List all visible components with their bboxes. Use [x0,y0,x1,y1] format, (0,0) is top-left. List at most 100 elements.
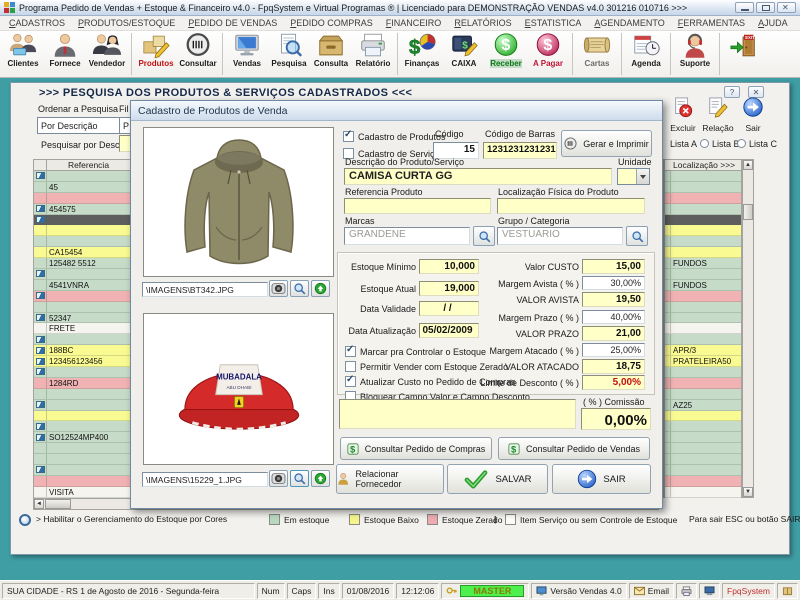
webcam-button[interactable] [269,470,288,487]
table-row[interactable] [34,400,130,411]
status-network[interactable] [699,583,720,599]
minimize-button[interactable] [735,2,754,13]
table-row[interactable] [34,411,130,422]
relacionar-fornecedor-button[interactable]: Relacionar Fornecedor [336,464,444,494]
gerar-imprimir-button[interactable]: Gerar e Imprimir [561,130,652,157]
table-row[interactable] [665,487,741,498]
table-row[interactable]: 4541VNRA [34,280,130,291]
table-row[interactable] [665,465,741,476]
table-row[interactable]: 125482 5512 [34,258,130,269]
table-row[interactable] [665,291,741,302]
grupo-input[interactable]: VESTUARIO [497,227,623,245]
image2-path-input[interactable]: \IMAGENS\15229_1.JPG [142,472,268,487]
table-row[interactable]: PRATELEIRA50 [665,356,741,367]
table-row[interactable]: FRETE [34,323,130,334]
table-row[interactable]: AZ25 [665,400,741,411]
sair-window-button[interactable]: Sair [737,97,769,132]
lista-a-radio[interactable]: Lista A [670,139,697,149]
toolbar-vendedor-button[interactable]: Vendedor [86,32,128,76]
table-row[interactable]: VISITA [34,487,130,498]
margem-avista-input[interactable]: 30,00% [582,276,645,290]
table-row[interactable]: 1284RD [34,378,130,389]
margem-prazo-input[interactable]: 40,00% [582,310,645,324]
valor-atacado-input[interactable]: 18,75 [582,359,645,374]
header-referencia[interactable]: Referencia [47,160,130,170]
table-row[interactable] [34,302,130,313]
table-row[interactable] [34,193,130,204]
table-row[interactable] [665,215,741,226]
unidade-dropdown[interactable] [617,168,650,185]
lista-b-radio[interactable]: Lista B [700,139,740,149]
checkbox-icon[interactable] [345,346,356,357]
table-row[interactable] [34,465,130,476]
toolbar-pesquisa-button[interactable]: Pesquisa [268,32,310,76]
table-row[interactable] [665,171,741,182]
table-row[interactable] [34,215,130,226]
scrollbar-thumb[interactable] [45,499,71,509]
table-header-left[interactable]: Referencia [33,159,131,171]
dialog-title-bar[interactable]: Cadastro de Produtos de Venda [131,101,662,121]
table-row[interactable]: 45 [34,182,130,193]
toolbar-clientes-button[interactable]: Clientes [2,32,44,76]
table-row[interactable] [665,323,741,334]
table-row[interactable]: FUNDOS [665,258,741,269]
toolbar-financas-button[interactable]: $ Finanças [401,32,443,76]
webcam-button[interactable] [269,280,288,297]
maximize-button[interactable] [756,2,775,13]
comissao-input[interactable]: 0,00% [581,408,651,430]
table-row[interactable]: APR/3 [665,345,741,356]
table-row[interactable] [665,247,741,258]
table-row[interactable]: 454575 [34,204,130,215]
checkbox-icon[interactable] [343,131,354,142]
table-row[interactable] [34,443,130,454]
table-row[interactable] [665,389,741,400]
descricao-input[interactable]: CAMISA CURTA GG [344,168,612,185]
table-row[interactable] [34,171,130,182]
codigo-barras-input[interactable]: 1231231231231 [483,142,557,159]
table-row[interactable] [34,389,130,400]
menu-produtos-estoque[interactable]: PRODUTOS/ESTOQUE [78,18,175,28]
image1-path-input[interactable]: \IMAGENS\BT342.JPG [142,282,268,297]
marcas-input[interactable]: GRANDENE [344,227,470,245]
table-row[interactable] [665,411,741,422]
limite-desconto-input[interactable]: 5,00% [582,375,645,390]
table-row[interactable] [665,182,741,193]
table-row[interactable] [665,193,741,204]
scroll-left-icon[interactable]: ◄ [34,499,44,509]
table-row[interactable] [34,454,130,465]
menu-agendamento[interactable]: AGENDAMENTO [594,18,664,28]
status-printer[interactable] [676,583,697,599]
table-row[interactable]: 52347 [34,313,130,324]
excluir-button[interactable]: Excluir [667,97,699,132]
menu-cadastros[interactable]: CADASTROS [9,18,65,28]
toolbar-fornecedor-button[interactable]: Fornece [44,32,86,76]
scroll-up-icon[interactable]: ▲ [743,160,753,170]
table-row[interactable]: SO12524MP400 [34,432,130,443]
observacoes-textarea[interactable] [339,399,576,429]
table-row[interactable] [665,334,741,345]
load-image-button[interactable] [311,470,330,487]
salvar-button[interactable]: SALVAR [447,464,548,494]
table-row[interactable] [34,421,130,432]
menu-estatistica[interactable]: ESTATISTICA [525,18,582,28]
table-row[interactable] [665,378,741,389]
table-row[interactable]: 188BC [34,345,130,356]
table-row[interactable] [665,367,741,378]
table-row[interactable] [665,421,741,432]
toolbar-apagar-button[interactable]: $ A Pagar [527,32,569,76]
toolbar-relatorio-button[interactable]: Relatório [352,32,394,76]
toolbar-consultar-button[interactable]: Consultar [177,32,219,76]
vertical-scrollbar[interactable]: ▲ ▼ [742,159,754,498]
table-row[interactable] [665,454,741,465]
checkbox-icon[interactable] [345,361,356,372]
table-row[interactable] [665,313,741,324]
table-header-localizacao[interactable]: Localização >>> [664,159,742,171]
table-row[interactable] [665,476,741,487]
valor-prazo-input[interactable]: 21,00 [582,326,645,341]
table-row[interactable] [34,367,130,378]
close-button[interactable]: ✕ [777,2,796,13]
margem-atacado-input[interactable]: 25,00% [582,343,645,357]
table-row[interactable] [665,269,741,280]
sair-button[interactable]: SAIR [552,464,651,494]
status-email[interactable]: Email [629,583,674,599]
